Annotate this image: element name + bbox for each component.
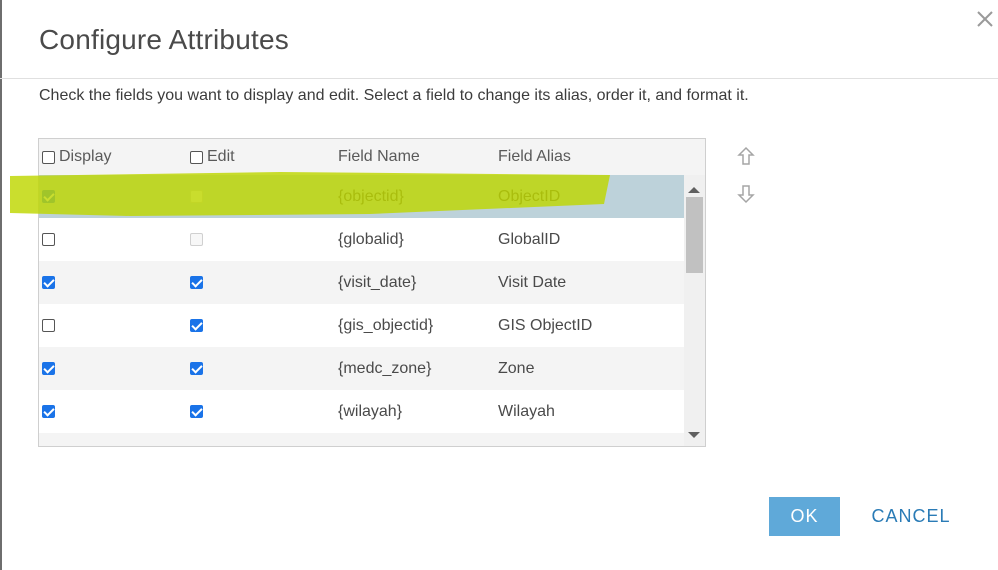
edit-checkbox [190, 190, 203, 203]
field-name-cell: {objectid} [338, 187, 404, 205]
table-row[interactable] [39, 433, 684, 446]
field-alias-cell: Wilayah [498, 402, 555, 420]
display-checkbox[interactable] [42, 362, 55, 375]
edit-checkbox[interactable] [190, 405, 203, 418]
dialog-title: Configure Attributes [39, 24, 289, 55]
field-name-cell: {visit_date} [338, 273, 417, 291]
table-row[interactable]: {visit_date} Visit Date [39, 261, 684, 304]
edit-cell [190, 347, 203, 390]
edit-cell [190, 304, 203, 347]
display-cell [42, 304, 55, 347]
arrow-up-icon [737, 146, 755, 165]
scroll-down-icon[interactable] [688, 432, 700, 438]
display-cell [42, 433, 55, 446]
cancel-button[interactable]: CANCEL [868, 497, 954, 536]
display-checkbox[interactable] [42, 190, 55, 203]
field-alias-cell: ObjectID [498, 187, 561, 205]
field-name-cell: {globalid} [338, 230, 404, 248]
edit-cell [190, 218, 203, 261]
field-alias-cell: GIS ObjectID [498, 316, 593, 334]
window-edge [0, 0, 2, 570]
field-name-cell: {medc_zone} [338, 359, 432, 377]
edit-cell [190, 433, 203, 446]
dialog-description: Check the fields you want to display and… [39, 87, 749, 104]
edit-header-label: Edit [207, 148, 235, 165]
field-alias-cell: Zone [498, 359, 535, 377]
display-cell [42, 390, 55, 433]
edit-select-all-checkbox[interactable] [190, 150, 203, 164]
display-header: Display [42, 139, 111, 175]
edit-checkbox[interactable] [190, 276, 203, 289]
edit-checkbox [190, 233, 203, 246]
display-cell [42, 261, 55, 304]
display-checkbox[interactable] [42, 319, 55, 332]
display-cell [42, 347, 55, 390]
table-row[interactable]: {globalid} GlobalID [39, 218, 684, 261]
table-row[interactable]: {objectid} ObjectID [39, 175, 684, 218]
table-row[interactable]: {gis_objectid} GIS ObjectID [39, 304, 684, 347]
move-up-button[interactable] [737, 146, 755, 166]
table-row[interactable]: {wilayah} Wilayah [39, 390, 684, 433]
arrow-down-icon [737, 185, 755, 204]
edit-cell [190, 175, 203, 218]
display-checkbox[interactable] [42, 233, 55, 246]
display-cell [42, 218, 55, 261]
edit-header: Edit [190, 139, 235, 175]
close-icon [977, 11, 993, 27]
display-checkbox[interactable] [42, 276, 55, 289]
scroll-up-icon[interactable] [688, 187, 700, 193]
move-down-button[interactable] [737, 184, 755, 204]
field-name-cell: {wilayah} [338, 402, 403, 420]
display-cell [42, 175, 55, 218]
attributes-table: Display Edit Field Name Field Alias {obj… [38, 138, 706, 447]
table-scrollbar[interactable] [684, 175, 705, 446]
table-body: {objectid} ObjectID {globalid} GlobalID {vis… [39, 175, 684, 446]
table-header: Display Edit Field Name Field Alias [39, 139, 705, 175]
edit-cell [190, 261, 203, 304]
display-header-label: Display [59, 148, 112, 165]
field-alias-header: Field Alias [498, 148, 571, 165]
edit-cell [190, 390, 203, 433]
field-alias-cell: GlobalID [498, 230, 561, 248]
field-alias-cell: Visit Date [498, 273, 567, 291]
edit-checkbox[interactable] [190, 319, 203, 332]
field-name-header: Field Name [338, 148, 420, 165]
ok-button[interactable]: OK [769, 497, 840, 536]
edit-checkbox[interactable] [190, 362, 203, 375]
display-checkbox[interactable] [42, 405, 55, 418]
table-row[interactable]: {medc_zone} Zone [39, 347, 684, 390]
field-name-cell: {gis_objectid} [338, 316, 434, 334]
title-divider [0, 78, 998, 79]
close-button[interactable] [974, 8, 996, 30]
scrollbar-thumb[interactable] [686, 197, 703, 273]
display-select-all-checkbox[interactable] [42, 150, 55, 164]
